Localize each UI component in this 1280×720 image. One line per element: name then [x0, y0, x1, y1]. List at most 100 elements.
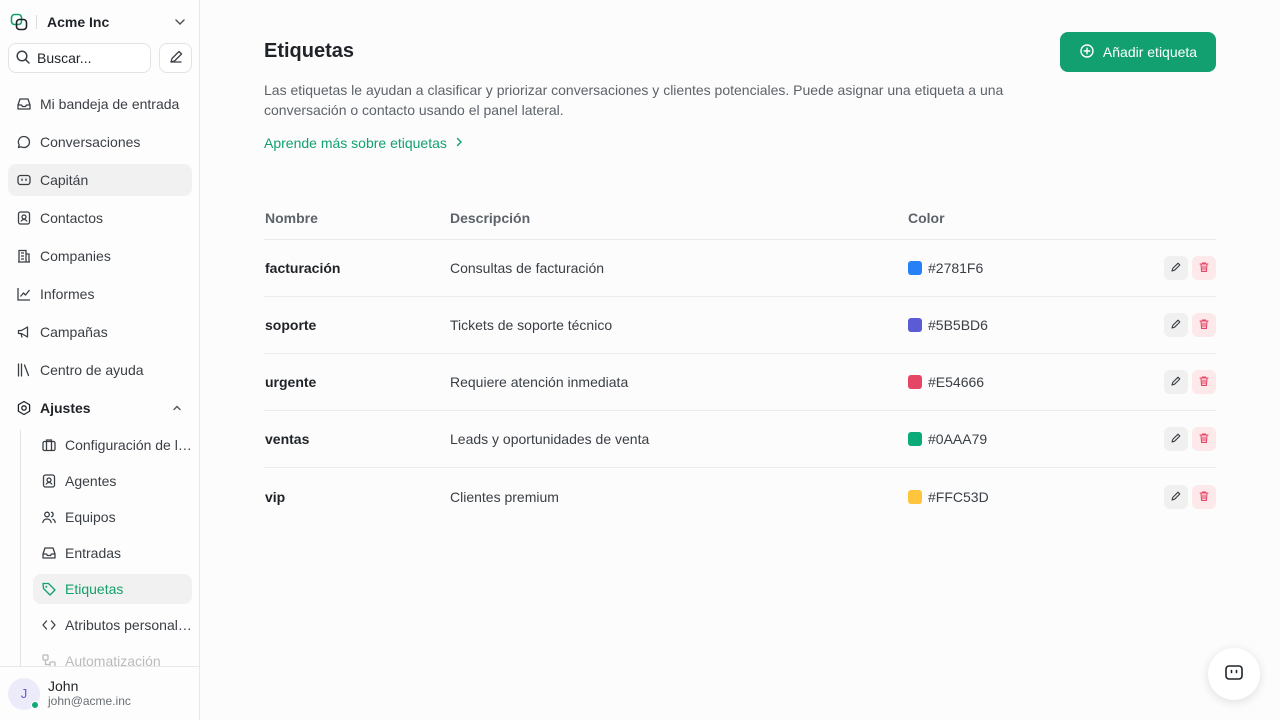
chevron-up-icon	[170, 401, 184, 415]
label-name: urgente	[265, 374, 317, 390]
delete-button[interactable]	[1192, 484, 1216, 509]
edit-button[interactable]	[1164, 370, 1188, 394]
avatar: J	[8, 677, 40, 710]
contact-card-icon	[41, 473, 57, 489]
chevron-right-icon	[453, 135, 465, 151]
edit-button[interactable]	[1164, 427, 1188, 451]
edit-button[interactable]	[1164, 256, 1188, 280]
sidebar-item-inboxes[interactable]: Entradas	[33, 538, 192, 568]
chat-bubble-icon	[16, 134, 32, 150]
trash-icon	[1198, 317, 1210, 333]
sidebar-nav: Mi bandeja de entrada Conversaciones Cap…	[8, 88, 192, 670]
avatar-initial: J	[20, 686, 28, 701]
sidebar-item-settings[interactable]: Ajustes	[8, 392, 192, 424]
chat-widget-icon	[1223, 662, 1245, 687]
plus-circle-icon	[1079, 43, 1095, 62]
sidebar-item-label: Entradas	[65, 545, 122, 561]
sidebar-item-agents[interactable]: Agentes	[33, 466, 192, 496]
learn-more-text: Aprende más sobre etiquetas	[264, 135, 447, 151]
label-color: #5B5BD6	[908, 317, 1158, 333]
library-icon	[16, 362, 32, 378]
chevron-down-icon	[172, 14, 188, 30]
account-switcher[interactable]: Acme Inc	[8, 9, 192, 35]
color-swatch	[908, 318, 922, 332]
sidebar-item-label: Atributos personalizados	[65, 617, 192, 633]
delete-button[interactable]	[1192, 370, 1216, 394]
label-color: #FFC53D	[908, 489, 1158, 505]
label-description: Leads y oportunidades de venta	[450, 431, 650, 447]
user-menu[interactable]: J John john@acme.inc	[0, 666, 199, 720]
sidebar-item-custom-attributes[interactable]: Atributos personalizados	[33, 610, 192, 640]
label-description: Tickets de soporte técnico	[450, 317, 613, 333]
color-hex: #E54666	[928, 374, 985, 390]
trash-icon	[1198, 489, 1210, 505]
pencil-icon	[1170, 317, 1182, 333]
sidebar-item-reports[interactable]: Informes	[8, 278, 192, 310]
bot-icon	[16, 172, 32, 188]
learn-more-link[interactable]: Aprende más sobre etiquetas	[264, 135, 465, 151]
label-color: #2781F6	[908, 260, 1158, 276]
sidebar-item-contacts[interactable]: Contactos	[8, 202, 192, 234]
chat-widget-button[interactable]	[1208, 648, 1260, 700]
user-info: John john@acme.inc	[48, 678, 131, 709]
compose-button[interactable]	[159, 43, 192, 73]
contact-card-icon	[16, 210, 32, 226]
row-actions	[1158, 484, 1216, 509]
add-label-button[interactable]: Añadir etiqueta	[1060, 32, 1216, 72]
sidebar-item-inbox[interactable]: Mi bandeja de entrada	[8, 88, 192, 120]
main-content: Etiquetas Añadir etiqueta Las etiquetas …	[200, 0, 1280, 720]
color-hex: #5B5BD6	[928, 317, 988, 333]
account-divider	[36, 15, 37, 29]
trash-icon	[1198, 374, 1210, 390]
sidebar-item-label: Contactos	[40, 210, 104, 226]
pencil-icon	[1170, 374, 1182, 390]
color-swatch	[908, 261, 922, 275]
megaphone-icon	[16, 324, 32, 340]
table-row: vip Clientes premium #FFC53D	[264, 468, 1216, 525]
page-title: Etiquetas	[264, 40, 355, 62]
color-swatch	[908, 375, 922, 389]
code-icon	[41, 617, 57, 633]
delete-button[interactable]	[1192, 427, 1216, 451]
sidebar-item-label: Etiquetas	[65, 581, 124, 597]
search-field[interactable]	[8, 43, 151, 73]
pencil-icon	[1170, 260, 1182, 276]
table-row: ventas Leads y oportunidades de venta #0…	[264, 411, 1216, 468]
sidebar-item-label: Mi bandeja de entrada	[40, 96, 180, 112]
search-icon	[15, 49, 31, 68]
label-name: soporte	[265, 317, 317, 333]
user-name: John	[48, 678, 79, 694]
sidebar-item-companies[interactable]: Companies	[8, 240, 192, 272]
inbox-icon	[16, 96, 32, 112]
label-color: #0AAA79	[908, 431, 1158, 447]
delete-button[interactable]	[1192, 313, 1216, 337]
sidebar-item-help-center[interactable]: Centro de ayuda	[8, 354, 192, 386]
sidebar-item-teams[interactable]: Equipos	[33, 502, 192, 532]
sidebar-item-account-settings[interactable]: Configuración de la cuenta	[33, 430, 192, 460]
label-name: vip	[265, 488, 286, 505]
labels-table: Nombre Descripción Color facturación Con…	[264, 196, 1216, 525]
edit-button[interactable]	[1164, 313, 1188, 337]
row-actions	[1158, 370, 1216, 394]
inbox-icon	[41, 545, 57, 561]
search-input[interactable]	[37, 50, 137, 66]
trash-icon	[1198, 431, 1210, 447]
sidebar-item-label: Companies	[40, 248, 111, 264]
pencil-icon	[1170, 431, 1182, 447]
sidebar-item-captain[interactable]: Capitán	[8, 164, 192, 196]
sidebar-item-labels[interactable]: Etiquetas	[33, 574, 192, 604]
label-color: #E54666	[908, 374, 1158, 390]
sidebar-item-conversations[interactable]: Conversaciones	[8, 126, 192, 158]
sidebar-item-campaigns[interactable]: Campañas	[8, 316, 192, 348]
pencil-icon	[168, 49, 184, 68]
delete-button[interactable]	[1192, 256, 1216, 280]
add-label-button-text: Añadir etiqueta	[1102, 44, 1198, 60]
app-logo-icon	[8, 11, 30, 33]
sidebar-item-label: Conversaciones	[40, 134, 141, 150]
sidebar: Acme Inc Mi bandeja de entrada Conversac…	[0, 0, 200, 720]
edit-button[interactable]	[1164, 484, 1188, 509]
user-email: john@acme.inc	[48, 694, 131, 708]
table-row: facturación Consultas de facturación #27…	[264, 240, 1216, 297]
search-row	[8, 43, 192, 73]
color-hex: #FFC53D	[928, 488, 989, 505]
